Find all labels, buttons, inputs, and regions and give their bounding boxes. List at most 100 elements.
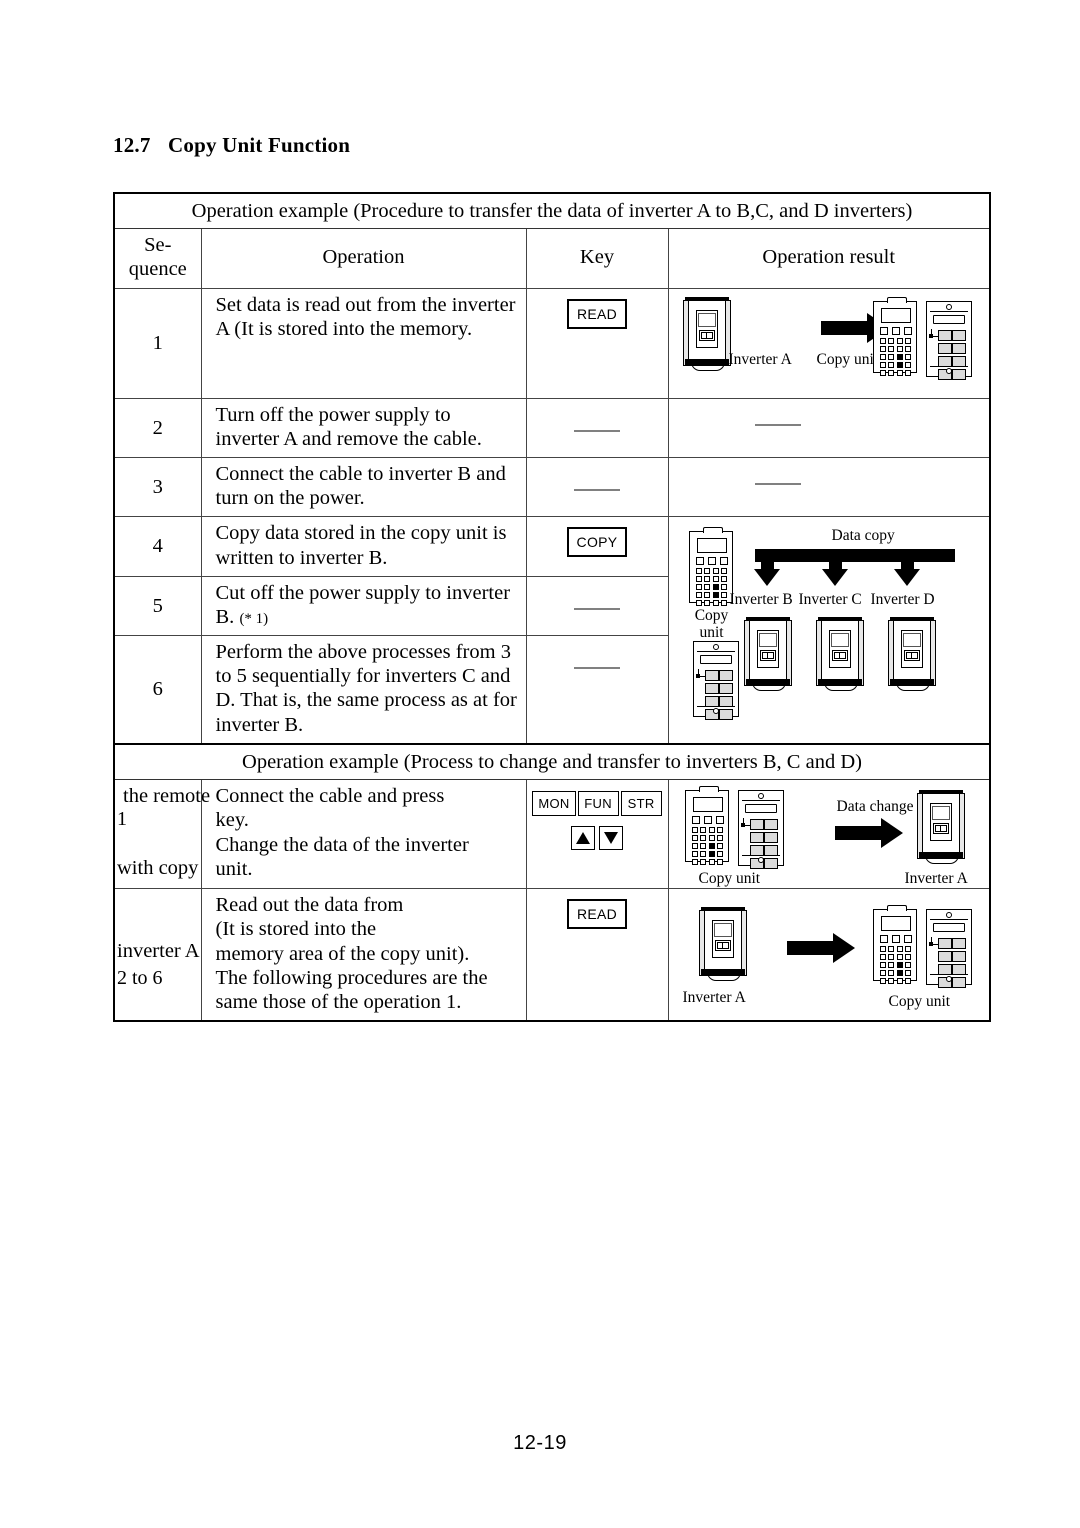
read-key-button[interactable]: READ <box>566 899 628 930</box>
operation-line2: key. <box>215 809 249 832</box>
operation-text: Cut off the power supply to inverter B. … <box>200 575 527 637</box>
up-arrow-icon[interactable] <box>571 826 595 851</box>
diagram-read-a-to-copyunit: Inverter A Copy unit <box>677 293 984 393</box>
label-inverter-a: Inverter A <box>904 870 968 888</box>
sequence-number: 3 <box>113 456 202 518</box>
column-header-result: Operation result <box>667 228 991 289</box>
label-inverter-d: Inverter D <box>870 591 935 609</box>
operation-line1: Connect the cable and press <box>215 785 445 808</box>
column-header-key: Key <box>525 228 669 289</box>
sequence-number: 1 <box>113 287 202 399</box>
no-result-placeholder <box>677 462 984 495</box>
table1-title-row: Operation example (Procedure to transfer… <box>113 192 991 230</box>
inverter-icon <box>887 617 936 692</box>
table-row: 3 Connect the cable to inverter B and tu… <box>113 456 991 518</box>
sequence-number: 5 <box>113 575 202 637</box>
table-row: inverter A 2 to 6 Read out the data from… <box>113 888 991 1023</box>
arrow-right-icon <box>786 933 855 964</box>
arrow-down-icon <box>893 569 920 587</box>
key-cell: MON FUN STR <box>525 779 669 890</box>
diagram-read-a-to-copyunit: Inverter A Copy unit <box>677 893 984 1015</box>
copy-unit-display <box>688 527 733 607</box>
data-change-procedure-table: Operation example (Process to change and… <box>113 743 991 1023</box>
read-key-button[interactable]: READ <box>566 298 628 329</box>
table-row: 1 Set data is read out from the inverter… <box>113 287 991 399</box>
sequence-number: 1 <box>117 808 127 831</box>
key-cell <box>525 575 669 637</box>
operation-text: Read out the data from (It is stored int… <box>200 888 527 1023</box>
down-arrow-icon[interactable] <box>599 826 623 851</box>
label-inverter-a: Inverter A <box>728 350 792 368</box>
copy-unit-keypad <box>692 641 739 721</box>
key-cell <box>525 635 669 745</box>
copy-unit-keypad <box>737 790 784 870</box>
key-row-primary: MON FUN STR <box>527 790 668 817</box>
column-header-operation: Operation <box>200 228 527 289</box>
table-row: 4 Copy data stored in the copy unit is w… <box>113 516 991 745</box>
arrow-down-icon <box>821 569 848 587</box>
sequence-number: 4 <box>113 516 202 577</box>
copy-unit-display <box>872 905 917 985</box>
result-cell: Inverter A Copy unit <box>667 888 991 1023</box>
copy-unit-display <box>872 296 917 376</box>
table2-title: Operation example (Process to change and… <box>113 743 991 781</box>
label-copy-unit: Copy unit <box>698 870 761 888</box>
operation-line2: (It is stored into the <box>215 918 377 941</box>
copy-unit-icon <box>872 905 972 989</box>
label-copy-unit: Copy unit <box>689 607 735 641</box>
page-title: 12.7 Copy Unit Function <box>113 133 350 158</box>
key-cell: READ <box>525 287 669 399</box>
no-result-placeholder <box>677 403 984 436</box>
label-inverter-c: Inverter C <box>798 591 862 609</box>
label-data-change: Data change <box>836 798 914 816</box>
key-cell: COPY <box>525 516 669 577</box>
label-copy-unit: Copy unit <box>816 350 879 368</box>
inverter-icon <box>682 296 731 371</box>
str-key-button[interactable]: STR <box>620 791 662 817</box>
sequence-cell: inverter A 2 to 6 <box>113 888 202 1023</box>
inverter-icon <box>743 617 792 692</box>
sequence-overflow-line2: with copy <box>117 857 199 880</box>
operation-text: Perform the above processes from 3 to 5 … <box>200 635 527 745</box>
table-row: 1 the remote with copy Connect the cable… <box>113 779 991 890</box>
operation-line3: Change the data of the inverter <box>215 833 469 856</box>
table-row: 2 Turn off the power supply to inverter … <box>113 397 991 458</box>
copy-key-button[interactable]: COPY <box>566 527 628 558</box>
result-cell: Inverter A Copy unit <box>667 287 991 399</box>
operation-line4: unit. <box>215 857 253 880</box>
sequence-number: 6 <box>113 635 202 745</box>
label-data-copy: Data copy <box>831 527 895 545</box>
operation-text: Copy data stored in the copy unit is wri… <box>200 516 527 577</box>
table1-header-row: Se- quence Operation Key Operation resul… <box>113 228 991 289</box>
result-cell: Copy unit Data copy Inverter B Inverter … <box>667 516 991 745</box>
inverter-icon <box>916 790 965 865</box>
operation-line4: The following procedures are the <box>215 966 488 989</box>
key-cell: READ <box>525 888 669 1023</box>
section-title: Copy Unit Function <box>168 133 351 157</box>
label-copy-unit-line1: Copy <box>694 607 729 625</box>
copy-unit-icon <box>872 296 972 380</box>
key-cell <box>525 397 669 458</box>
key-cell <box>525 456 669 518</box>
arrow-down-icon <box>753 569 780 587</box>
sequence-number: 2 to 6 <box>117 967 163 990</box>
result-cell <box>667 456 991 518</box>
page-number: 12-19 <box>513 1432 567 1454</box>
label-copy-unit-line2: unit <box>699 624 724 642</box>
no-key-placeholder <box>527 646 668 679</box>
diagram-data-change: Copy unit Data change Inverter A <box>677 784 984 887</box>
diagram-data-copy-to-bcd: Copy unit Data copy Inverter B Inverter … <box>677 521 984 721</box>
mon-key-button[interactable]: MON <box>532 791 576 817</box>
no-key-placeholder <box>527 468 668 501</box>
section-number: 12.7 <box>113 133 151 157</box>
label-inverter-b: Inverter B <box>729 591 793 609</box>
copy-procedure-table: Operation example (Procedure to transfer… <box>113 192 991 745</box>
label-inverter-a: Inverter A <box>682 989 746 1007</box>
sequence-cell: 1 the remote with copy <box>113 779 210 890</box>
result-cell <box>667 397 991 458</box>
fun-key-button[interactable]: FUN <box>577 791 619 817</box>
bus-bar <box>754 549 955 563</box>
result-cell: Copy unit Data change Inverter A <box>667 779 991 890</box>
sequence-header-line2: quence <box>128 258 187 281</box>
sequence-number: 2 <box>113 397 202 458</box>
